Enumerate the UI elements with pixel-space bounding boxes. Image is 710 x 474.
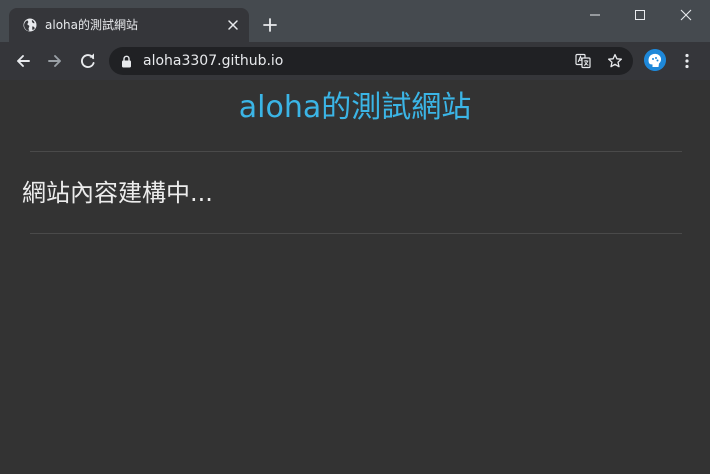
- lock-icon[interactable]: [121, 55, 132, 68]
- page-title: aloha的測試網站: [238, 90, 472, 125]
- url-text[interactable]: aloha3307.github.io: [143, 52, 283, 70]
- divider: [30, 233, 682, 234]
- globe-icon: [23, 18, 37, 32]
- close-tab-icon[interactable]: [227, 19, 239, 31]
- avatar[interactable]: [644, 49, 666, 71]
- tab-strip: aloha的測試網站: [0, 0, 710, 42]
- tab-title: aloha的測試網站: [45, 18, 138, 32]
- star-icon[interactable]: [607, 53, 623, 69]
- browser-toolbar: aloha3307.github.io: [0, 42, 710, 80]
- translate-icon[interactable]: [575, 53, 591, 69]
- reload-icon[interactable]: [79, 52, 97, 70]
- active-tab[interactable]: aloha的測試網站: [9, 8, 249, 42]
- under-construction-text: 網站內容建構中...: [22, 179, 213, 207]
- page-content: aloha的測試網站 網站內容建構中...: [0, 80, 710, 474]
- address-bar[interactable]: aloha3307.github.io: [109, 47, 633, 75]
- browser-window: aloha的測試網站 aloha3307.github.io aloha的測試網…: [0, 0, 710, 474]
- profile-avatar-icon: [644, 49, 666, 71]
- menu-icon[interactable]: [680, 52, 694, 70]
- close-icon[interactable]: [679, 8, 693, 22]
- divider: [30, 151, 682, 152]
- minimize-icon[interactable]: [588, 8, 602, 22]
- maximize-icon[interactable]: [633, 8, 647, 22]
- new-tab-icon[interactable]: [262, 17, 278, 33]
- forward-arrow-icon[interactable]: [46, 52, 64, 70]
- back-arrow-icon[interactable]: [14, 52, 32, 70]
